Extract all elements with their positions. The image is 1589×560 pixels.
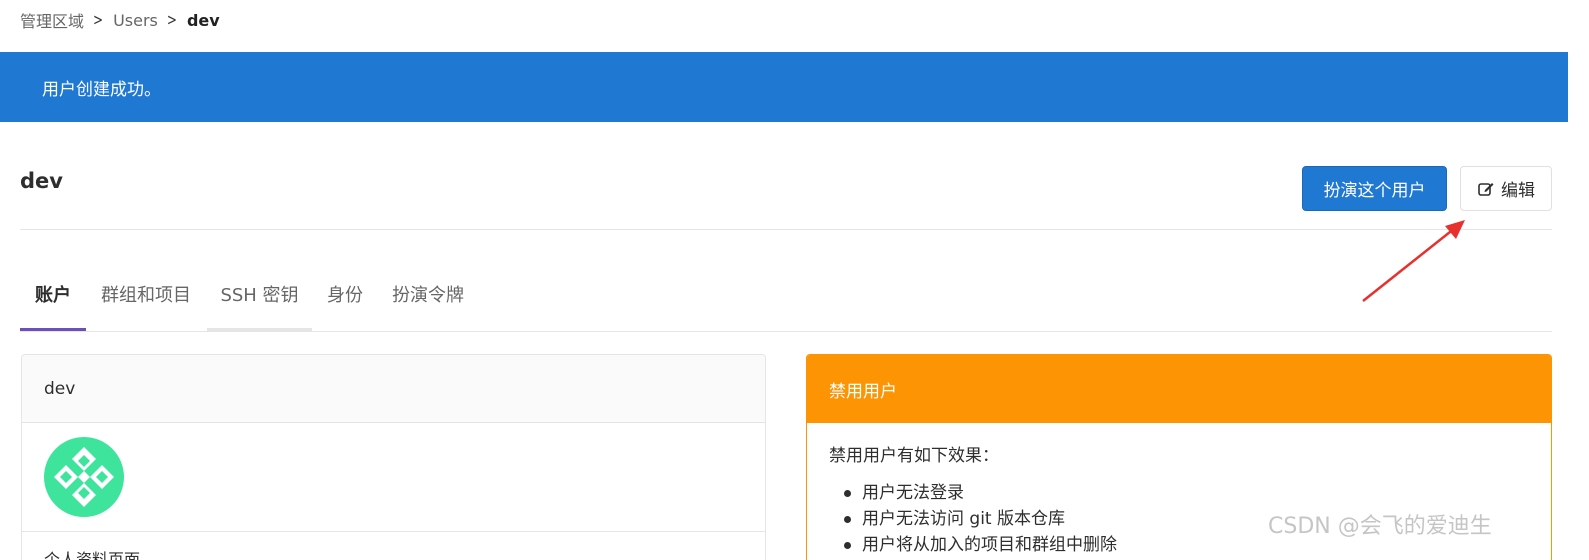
identicon-avatar	[44, 437, 124, 517]
breadcrumb-current[interactable]: dev	[187, 11, 220, 30]
tab-account[interactable]: 账户	[20, 272, 86, 331]
edit-button-label: 编辑	[1501, 181, 1535, 201]
profile-page-link[interactable]: 个人资料页面	[44, 550, 140, 560]
impersonate-button-label: 扮演这个用户	[1323, 181, 1426, 201]
tab-ssh-keys[interactable]: SSH 密钥	[207, 272, 312, 331]
avatar-row	[22, 423, 765, 532]
profile-page-row: 个人资料页面	[22, 532, 765, 560]
profile-card-header: dev	[22, 355, 765, 423]
tab-identities[interactable]: 身份	[323, 272, 367, 331]
breadcrumb: 管理区域 > Users > dev	[20, 8, 220, 32]
pencil-square-icon	[1478, 182, 1494, 196]
block-user-title: 禁用用户	[829, 381, 897, 402]
user-tabs: 账户 群组和项目 SSH 密钥 身份 扮演令牌	[20, 272, 1552, 332]
csdn-watermark: CSDN @会飞的爱迪生	[1268, 514, 1492, 539]
chevron-right-icon: >	[93, 10, 104, 30]
breadcrumb-admin-area[interactable]: 管理区域	[20, 8, 84, 32]
impersonate-button[interactable]: 扮演这个用户	[1302, 166, 1447, 211]
profile-username: dev	[44, 378, 76, 399]
breadcrumb-users[interactable]: Users	[113, 11, 158, 30]
block-effect-text: 用户将从加入的项目和群组中删除	[862, 535, 1117, 555]
divider	[20, 229, 1552, 230]
page-title: dev	[20, 169, 63, 193]
flash-notice: 用户创建成功。	[0, 52, 1568, 122]
block-user-intro: 禁用用户有如下效果：	[829, 446, 999, 466]
chevron-right-icon: >	[166, 10, 177, 30]
edit-button[interactable]: 编辑	[1460, 166, 1552, 211]
profile-card: dev 个人资料页面	[21, 354, 766, 560]
flash-message: 用户创建成功。	[42, 79, 161, 100]
block-effect-text: 用户无法访问 git 版本仓库	[862, 509, 1065, 529]
block-user-card-header: 禁用用户	[807, 355, 1551, 423]
tab-groups-projects[interactable]: 群组和项目	[98, 272, 194, 331]
tab-impersonation-tokens[interactable]: 扮演令牌	[388, 272, 468, 331]
list-item: 用户无法登录	[844, 480, 1529, 506]
block-effect-text: 用户无法登录	[862, 483, 964, 503]
